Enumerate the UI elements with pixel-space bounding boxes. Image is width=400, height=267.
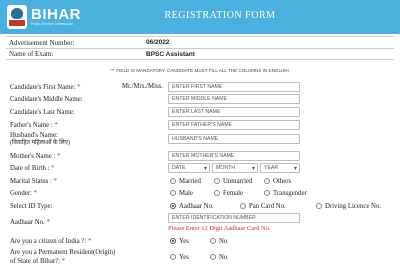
citizen-group: Yes No [170, 236, 227, 246]
advertisement-value: 06/2022 [146, 39, 170, 46]
marital-status-label: Marital Status : * [10, 178, 58, 185]
salutation-label: Mr./Mrs./Miss. [122, 83, 163, 90]
aadhaar-label: Aadhaar No. * [10, 219, 50, 226]
id-pan-option[interactable]: Pan Card No. [240, 203, 316, 210]
resident-no-option[interactable]: No [210, 254, 227, 261]
resident-group: Yes No [170, 252, 227, 262]
dob-month-select[interactable]: MONTH [212, 163, 258, 173]
exam-info-table: Advetisement Number: 06/2022 Name of Exa… [6, 36, 394, 60]
radio-button[interactable] [264, 190, 270, 196]
id-type-group: Aadhaar No. Pan Card No. Driving Licence… [170, 201, 381, 211]
last-name-label: Candidate's Last Name: [10, 109, 75, 116]
marital-married-option[interactable]: Married [170, 178, 214, 185]
radio-button[interactable] [170, 178, 176, 184]
dob-year-select[interactable]: YEAR [260, 163, 300, 173]
radio-button[interactable] [264, 178, 270, 184]
logo-subtitle: Public Service Commission [31, 22, 74, 27]
mother-name-input[interactable]: ENTER MOTHER'S NAME [168, 151, 300, 161]
first-name-label: Candidate's First Name: * [10, 84, 81, 91]
radio-button[interactable] [316, 203, 322, 209]
radio-button[interactable] [170, 254, 176, 260]
gender-transgender-option[interactable]: Transgender [264, 190, 307, 197]
citizen-label: Are you a citizen of India ?: * [10, 238, 92, 245]
husband-name-hindi-label: (विवाहित महिलाओं के लिए) [10, 140, 71, 146]
aadhaar-input[interactable]: ENTER IDENTIFICATION NUMBER [168, 213, 300, 223]
radio-button[interactable] [214, 178, 220, 184]
husband-name-input[interactable]: HUSBAND'S NAME [168, 134, 300, 144]
radio-button-selected[interactable] [170, 203, 176, 209]
gender-female-option[interactable]: Female [214, 190, 264, 197]
advertisement-row: Advetisement Number: 06/2022 [6, 36, 394, 48]
exam-value: BPSC Assistant [146, 50, 195, 58]
resident-label-line2: of State of Bihar?: * [10, 258, 66, 265]
resident-yes-option[interactable]: Yes [170, 254, 210, 261]
exam-label: Name of Exam: [9, 50, 54, 58]
gender-male-option[interactable]: Male [170, 190, 214, 197]
id-driving-licence-option[interactable]: Driving Licence No. [316, 203, 381, 210]
id-aadhaar-option[interactable]: Aadhaar No. [170, 203, 240, 210]
citizen-no-option[interactable]: No [210, 238, 227, 245]
marital-others-option[interactable]: Others [264, 178, 291, 185]
radio-button-selected[interactable] [170, 238, 176, 244]
page-title: REGISTRATION FORM [164, 10, 276, 21]
radio-button[interactable] [214, 190, 220, 196]
marital-unmarried-option[interactable]: Unmarried [214, 178, 264, 185]
father-name-label: Father's Name : * [10, 122, 58, 129]
radio-button[interactable] [210, 238, 216, 244]
gender-label: Gender: * [10, 190, 38, 197]
exam-row: Name of Exam: BPSC Assistant [6, 48, 394, 60]
resident-label-line1: Are you a Permanent Resident(Origin) [10, 249, 116, 256]
header-bar: BIHAR Public Service Commission REGISTRA… [0, 0, 400, 34]
mother-name-label: Mother's Name : * [10, 153, 61, 160]
first-name-input[interactable]: ENTER FIRST NAME [168, 82, 300, 92]
notice-text: FIELD IS MANDATORY. CANDIDATE MUST FILL … [115, 68, 290, 73]
citizen-yes-option[interactable]: Yes [170, 238, 210, 245]
mandatory-notice: "*" FIELD IS MANDATORY. CANDIDATE MUST F… [0, 68, 400, 73]
radio-button[interactable] [210, 254, 216, 260]
father-name-input[interactable]: ENTER FATHER'S NAME [168, 120, 300, 130]
id-type-label: Select ID Type: [10, 203, 53, 210]
dob-label: Date of Birth : * [10, 165, 55, 172]
gender-group: Male Female Transgender [170, 188, 307, 198]
aadhaar-error-message: Please Enter 12 Digit Aadhaar Card No. [168, 225, 271, 232]
marital-status-group: Married Unmarried Others [170, 176, 291, 186]
last-name-input[interactable]: ENTER LAST NAME [168, 107, 300, 117]
radio-button[interactable] [170, 190, 176, 196]
dob-date-select[interactable]: DATE [168, 163, 210, 173]
advertisement-label: Advetisement Number: [9, 38, 75, 47]
radio-button[interactable] [240, 203, 246, 209]
middle-name-label: Candidate's Middle Name: [10, 96, 83, 103]
husband-name-label: Husband's Name: [10, 132, 58, 139]
middle-name-input[interactable]: ENTER MIDDLE NAME [168, 94, 300, 104]
